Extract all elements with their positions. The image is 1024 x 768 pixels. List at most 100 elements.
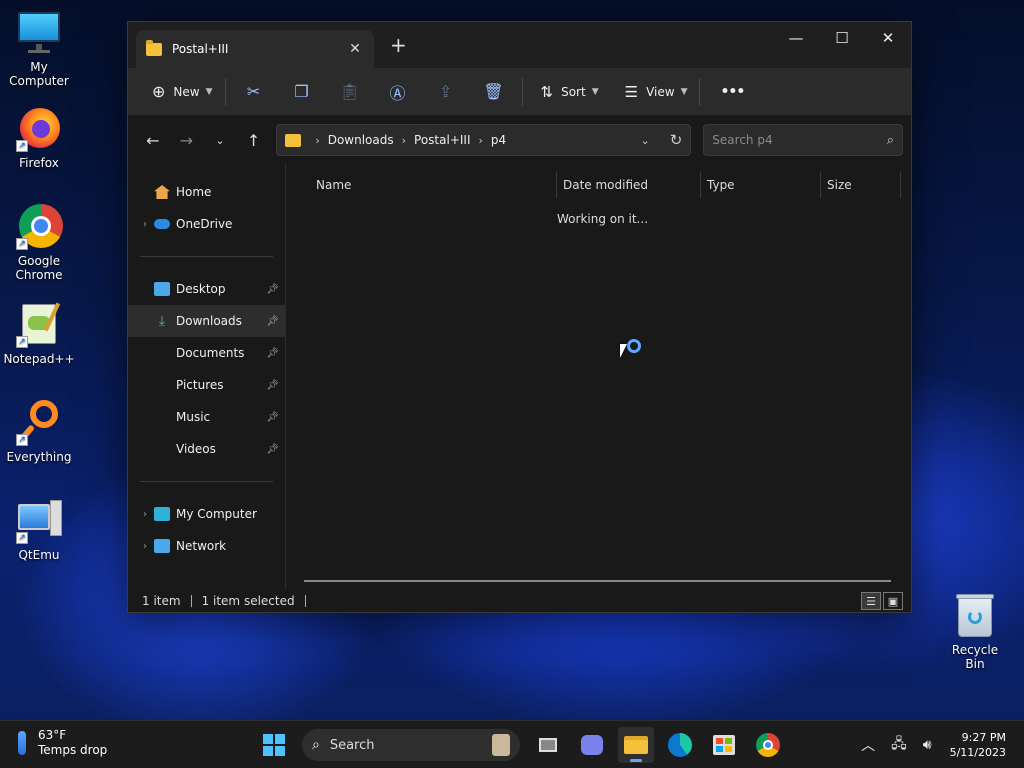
close-window-icon[interactable]: ✕ bbox=[865, 22, 911, 54]
expand-chevron-icon[interactable]: › bbox=[136, 509, 154, 520]
pictures-icon bbox=[154, 378, 170, 392]
file-list[interactable]: Name Date modified Type Size Working on … bbox=[286, 164, 911, 590]
tab-postal-iii[interactable]: Postal+III ✕ bbox=[136, 30, 374, 68]
nav-item-my-computer[interactable]: › My Computer bbox=[128, 498, 285, 530]
more-options-button[interactable]: ••• bbox=[712, 76, 752, 108]
navigation-pane: Home › OneDrive Desktop 📌︎ ⤓ Downloads 📌… bbox=[128, 164, 286, 590]
chevron-down-icon: ▼ bbox=[205, 86, 213, 97]
breadcrumb-downloads[interactable]: Downloads bbox=[328, 133, 394, 147]
desktop-icon-firefox[interactable]: ↗ Firefox bbox=[0, 106, 78, 170]
pin-icon[interactable]: 📌︎ bbox=[266, 316, 279, 327]
up-arrow-icon[interactable]: ↑ bbox=[237, 124, 271, 156]
item-count: 1 item bbox=[142, 594, 181, 608]
search-input[interactable] bbox=[712, 133, 887, 147]
nav-item-label: Music bbox=[176, 410, 211, 424]
copy-icon[interactable]: ❐ bbox=[278, 76, 326, 108]
column-header-date-modified[interactable]: Date modified bbox=[557, 172, 701, 198]
refresh-icon[interactable]: ↻ bbox=[670, 131, 683, 149]
tiles-view-icon[interactable]: ▣ bbox=[883, 592, 903, 610]
details-view-icon[interactable]: ☰ bbox=[861, 592, 881, 610]
forward-arrow-icon[interactable]: → bbox=[170, 124, 204, 156]
address-dropdown-icon[interactable]: ⌄ bbox=[641, 134, 650, 147]
network-status-icon[interactable]: 🖧︎ bbox=[891, 733, 907, 757]
sort-icon: ⇅ bbox=[540, 82, 554, 101]
nav-item-network[interactable]: › Network bbox=[128, 530, 285, 562]
everything-magnifier-icon: ↗ bbox=[16, 400, 62, 446]
pin-icon[interactable]: 📌︎ bbox=[266, 380, 279, 391]
delete-icon[interactable]: 🗑︎ bbox=[470, 76, 518, 108]
desktop-icon-qtemu[interactable]: ↗ QtEmu bbox=[0, 498, 78, 562]
desktop-icon-notepadpp[interactable]: ↗ Notepad++ bbox=[0, 302, 78, 366]
desktop-icon-everything[interactable]: ↗ Everything bbox=[0, 400, 78, 464]
mouse-cursor-icon bbox=[620, 344, 627, 358]
view-button[interactable]: ☰ View ▼ bbox=[617, 76, 696, 108]
cut-icon[interactable]: ✂ bbox=[230, 76, 278, 108]
file-explorer-window: Postal+III ✕ + — ☐ ✕ ⊕ New ▼ ✂ ❐ 📋︎ Ⓐ ⇪ … bbox=[127, 21, 912, 613]
new-tab-button[interactable]: + bbox=[390, 35, 407, 55]
nav-item-onedrive[interactable]: › OneDrive bbox=[128, 208, 285, 240]
network-icon bbox=[154, 539, 170, 553]
search-box[interactable]: ⌕ bbox=[703, 124, 903, 156]
share-icon[interactable]: ⇪ bbox=[422, 76, 470, 108]
nav-item-music[interactable]: Music 📌︎ bbox=[128, 401, 285, 433]
expand-chevron-icon[interactable]: › bbox=[136, 219, 154, 230]
pin-icon[interactable]: 📌︎ bbox=[266, 412, 279, 423]
start-button[interactable] bbox=[256, 727, 292, 763]
desktop-icon-label: Everything bbox=[6, 450, 72, 464]
documents-icon bbox=[154, 346, 170, 360]
task-view-button[interactable] bbox=[530, 727, 566, 763]
column-header-size[interactable]: Size bbox=[821, 172, 901, 198]
cloud-icon bbox=[154, 219, 170, 229]
taskbar-search[interactable]: ⌕ Search bbox=[302, 729, 520, 761]
sort-button[interactable]: ⇅ Sort ▼ bbox=[533, 76, 607, 108]
column-header-name[interactable]: Name bbox=[286, 172, 557, 198]
nav-item-videos[interactable]: Videos 📌︎ bbox=[128, 433, 285, 465]
clock[interactable]: 9:27 PM 5/11/2023 bbox=[950, 730, 1006, 760]
toolbar-divider bbox=[699, 77, 701, 106]
show-hidden-icons-chevron-icon[interactable]: ︿ bbox=[861, 735, 875, 755]
edge-taskbar-button[interactable] bbox=[662, 727, 698, 763]
breadcrumb-separator-icon: › bbox=[401, 133, 407, 147]
file-explorer-taskbar-button[interactable] bbox=[618, 727, 654, 763]
horizontal-scrollbar[interactable] bbox=[304, 580, 891, 582]
pin-icon[interactable]: 📌︎ bbox=[266, 348, 279, 359]
desktop-icon-my-computer[interactable]: My Computer bbox=[0, 10, 78, 88]
nav-item-downloads[interactable]: ⤓ Downloads 📌︎ bbox=[128, 305, 285, 337]
weather-widget[interactable]: 63°F Temps drop bbox=[18, 728, 107, 758]
nav-item-desktop[interactable]: Desktop 📌︎ bbox=[128, 273, 285, 305]
sort-label: Sort bbox=[561, 84, 586, 99]
maximize-icon[interactable]: ☐ bbox=[819, 22, 865, 54]
nav-divider bbox=[140, 481, 273, 482]
recycle-bin-label: Recycle Bin bbox=[951, 643, 999, 671]
chrome-taskbar-button[interactable] bbox=[750, 727, 786, 763]
folder-icon bbox=[624, 736, 648, 754]
nav-item-pictures[interactable]: Pictures 📌︎ bbox=[128, 369, 285, 401]
paste-icon[interactable]: 📋︎ bbox=[326, 76, 374, 108]
teams-chat-button[interactable] bbox=[574, 727, 610, 763]
address-bar[interactable]: › Downloads › Postal+III › p4 ⌄ ↻ bbox=[276, 124, 692, 156]
nav-item-home[interactable]: Home bbox=[128, 176, 285, 208]
rename-icon[interactable]: Ⓐ bbox=[374, 76, 422, 108]
column-label: Size bbox=[827, 178, 852, 192]
nav-item-documents[interactable]: Documents 📌︎ bbox=[128, 337, 285, 369]
close-tab-icon[interactable]: ✕ bbox=[346, 41, 364, 57]
expand-chevron-icon[interactable]: › bbox=[136, 541, 154, 552]
clock-date: 5/11/2023 bbox=[949, 746, 1006, 759]
minimize-icon[interactable]: — bbox=[773, 22, 819, 54]
desktop-icon-recycle-bin[interactable]: Recycle Bin bbox=[944, 594, 1006, 671]
new-button[interactable]: ⊕ New ▼ bbox=[144, 76, 221, 108]
back-arrow-icon[interactable]: ← bbox=[136, 124, 170, 156]
explorer-body: Home › OneDrive Desktop 📌︎ ⤓ Downloads 📌… bbox=[128, 164, 911, 590]
desktop-icon-chrome[interactable]: ↗ Google Chrome bbox=[0, 204, 78, 282]
breadcrumb-postal-iii[interactable]: Postal+III bbox=[414, 133, 470, 147]
column-header-type[interactable]: Type bbox=[701, 172, 821, 198]
volume-icon[interactable]: 🔊︎ bbox=[923, 737, 932, 753]
chrome-icon bbox=[756, 733, 780, 757]
recent-locations-chevron-icon[interactable]: ⌄ bbox=[203, 124, 237, 156]
download-arrow-icon: ⤓ bbox=[158, 313, 166, 329]
breadcrumb-p4[interactable]: p4 bbox=[491, 133, 506, 147]
pin-icon[interactable]: 📌︎ bbox=[266, 284, 279, 295]
store-taskbar-button[interactable] bbox=[706, 727, 742, 763]
pin-icon[interactable]: 📌︎ bbox=[266, 444, 279, 455]
folder-icon bbox=[285, 133, 302, 147]
